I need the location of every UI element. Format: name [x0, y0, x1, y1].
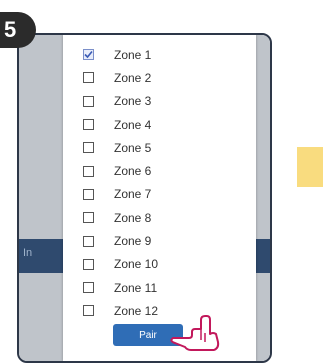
zone-select-modal: Zone 1 Zone 2 Zone 3 Zone 4 Zone 5 Zone 6 Zone… [63, 35, 256, 361]
zone-label: Zone 11 [114, 280, 158, 295]
zone-checkbox[interactable] [83, 235, 94, 247]
zone-row[interactable]: Zone 1 [83, 43, 158, 66]
zone-label: Zone 10 [114, 257, 159, 272]
zone-label: Zone 9 [114, 234, 152, 249]
zone-checkbox[interactable] [83, 72, 94, 84]
background-panel-right [256, 35, 270, 361]
zone-row[interactable]: Zone 3 [83, 90, 158, 113]
zone-checkbox[interactable] [83, 188, 94, 200]
next-step-arrow [297, 147, 323, 187]
zone-checkbox[interactable] [83, 212, 94, 224]
zone-row[interactable]: Zone 8 [83, 206, 158, 229]
zone-label: Zone 2 [114, 70, 152, 85]
zone-checkbox[interactable] [83, 305, 94, 317]
background-panel-left [19, 35, 63, 361]
step-number-badge: 5 [0, 12, 36, 48]
zone-label: Zone 4 [114, 117, 152, 132]
zone-label: Zone 3 [114, 94, 152, 109]
zone-label: Zone 12 [114, 303, 159, 318]
checkmark-icon [84, 51, 93, 59]
zone-checkbox[interactable] [83, 282, 94, 294]
background-band-label: In [23, 247, 33, 259]
zone-row[interactable]: Zone 7 [83, 183, 158, 206]
zone-row[interactable]: Zone 2 [83, 66, 158, 89]
zone-label: Zone 1 [114, 47, 152, 62]
zone-checkbox[interactable] [83, 49, 94, 61]
zone-label: Zone 8 [114, 210, 152, 225]
zone-label: Zone 7 [114, 187, 152, 202]
zone-checkbox[interactable] [83, 258, 94, 270]
zone-list: Zone 1 Zone 2 Zone 3 Zone 4 Zone 5 Zone 6 Zone… [83, 43, 158, 323]
zone-row[interactable]: Zone 4 [83, 113, 158, 136]
zone-checkbox[interactable] [83, 119, 94, 131]
zone-row[interactable]: Zone 5 [83, 136, 158, 159]
pointing-hand-icon [170, 315, 220, 351]
zone-checkbox[interactable] [83, 165, 94, 177]
zone-label: Zone 5 [114, 140, 152, 155]
zone-label: Zone 6 [114, 164, 152, 179]
zone-row[interactable]: Zone 12 [83, 299, 158, 322]
zone-checkbox[interactable] [83, 142, 94, 154]
zone-row[interactable]: Zone 6 [83, 159, 158, 182]
zone-row[interactable]: Zone 9 [83, 229, 158, 252]
zone-checkbox[interactable] [83, 95, 94, 107]
zone-row[interactable]: Zone 11 [83, 276, 158, 299]
phone-screen: In Zone 1 Zone 2 Zone 3 Zone 4 Zone 5 Zone 6Z… [17, 33, 272, 363]
zone-row[interactable]: Zone 10 [83, 253, 158, 276]
